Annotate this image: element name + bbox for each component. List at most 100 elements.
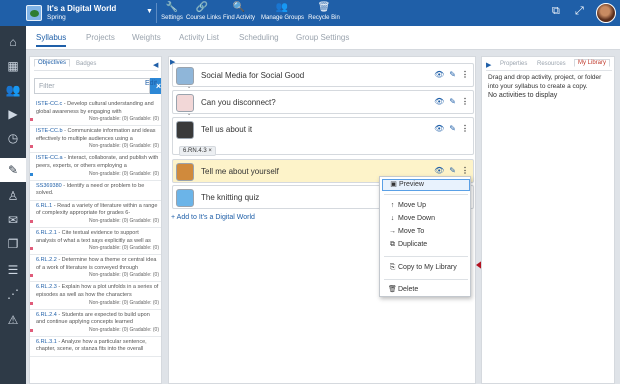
objective-item[interactable]: 6.RL.2.2 - Determine how a theme or cent… (30, 255, 161, 283)
find-activity-button[interactable]: 🔍 Find Activity (222, 2, 256, 24)
menu-item-copy-to-library[interactable]: ⎘ Copy to My Library (380, 262, 472, 274)
documents-icon[interactable]: ❐ (0, 232, 26, 256)
users-icon: 👥 (275, 2, 289, 13)
activity-thumbnail (176, 163, 194, 181)
menu-item-move-down[interactable]: ↓ Move Down (380, 213, 472, 225)
status-dot (30, 247, 33, 251)
objective-counts: Non-gradable: (0) Gradable: (0) (88, 170, 159, 177)
objective-counts: Non-gradable: (0) Gradable: (0) (88, 272, 159, 279)
menu-item-preview[interactable]: ▣ Preview (382, 179, 470, 191)
tab-scheduling[interactable]: Scheduling (239, 33, 279, 42)
edit-icon[interactable]: ✎ (449, 166, 456, 175)
more-options-icon[interactable]: ⋮ (461, 70, 469, 79)
warning-icon[interactable]: ⚠ (0, 308, 26, 332)
status-dot (30, 328, 33, 332)
users-icon[interactable]: 👥 (0, 78, 26, 102)
edit-icon[interactable]: ✎ (449, 124, 456, 133)
visibility-icon[interactable]: 👁 (434, 97, 444, 106)
more-options-icon[interactable]: ⋮ (461, 124, 469, 133)
objective-item[interactable]: ISTE-CC.b - Communicate information and … (30, 126, 161, 154)
objective-item[interactable]: ISTE-CC.a - Interact, collaborate, and p… (30, 153, 161, 181)
menu-item-move-to[interactable]: → Move To (380, 226, 472, 238)
play-icon[interactable]: ▶ (0, 102, 26, 126)
trash-icon: 🗑 (317, 2, 331, 13)
more-options-icon[interactable]: ⋮ (461, 97, 469, 106)
add-to-course-link[interactable]: + Add to It's a Digital World (171, 214, 255, 221)
objective-item[interactable]: ISTE-CC.c - Develop cultural understandi… (30, 99, 161, 127)
chart-icon[interactable]: ⋰ (0, 282, 26, 306)
tabs-bar: Syllabus Projects Weights Activity List … (26, 26, 620, 50)
edit-icon[interactable]: ✎ (449, 97, 456, 106)
tab-resources[interactable]: Resources (537, 61, 566, 67)
objective-item[interactable]: SS369380 - Identify a need or problem to… (30, 181, 161, 201)
tab-projects[interactable]: Projects (86, 33, 115, 42)
tab-group-settings[interactable]: Group Settings (296, 33, 349, 42)
objective-code: ISTE-CC.c (36, 101, 63, 107)
manage-groups-button[interactable]: 👥 Manage Groups (261, 2, 304, 24)
tab-weights[interactable]: Weights (132, 33, 161, 42)
status-dot (30, 145, 33, 149)
syllabus-item[interactable]: Can you disconnect? ⌄ 👁 ✎ ⋮ (172, 90, 474, 117)
syllabus-item[interactable]: Tell us about it 6.RN.4.3 × 👁 ✎ ⋮ (172, 117, 474, 156)
visibility-icon[interactable]: 👁 (434, 124, 444, 133)
recycle-bin-button[interactable]: 🗑 Recycle Bin (308, 2, 340, 24)
list-icon[interactable]: ☰ (0, 258, 26, 282)
tab-objectives[interactable]: Objectives (34, 59, 71, 67)
syllabus-item[interactable]: Social Media for Social Good ⌄ 👁 ✎ ⋮ (172, 63, 474, 90)
item-title[interactable]: Tell us about it (201, 125, 252, 134)
item-title[interactable]: Can you disconnect? (201, 98, 276, 107)
standard-tag[interactable]: 6.RN.4.3 × (179, 146, 216, 156)
tab-syllabus[interactable]: Syllabus (36, 33, 67, 47)
award-icon[interactable]: ♙ (0, 184, 26, 208)
filter-input[interactable] (34, 78, 150, 94)
library-icon: ⎘ (389, 264, 396, 271)
visibility-icon[interactable]: 👁 (434, 70, 444, 79)
mail-icon[interactable]: ✉ (0, 208, 26, 232)
clock-icon[interactable]: ◷ (0, 126, 26, 150)
objective-code: 6.RL.3.1 (36, 338, 57, 345)
objective-item[interactable]: 6.RL.3.1 - Analyze how a particular sent… (30, 337, 161, 357)
calendar-icon[interactable]: ▦ (0, 54, 26, 78)
menu-divider (384, 279, 468, 280)
avatar[interactable] (596, 3, 616, 23)
copy-icon[interactable]: ⧉ (552, 5, 560, 18)
objectives-panel: Objectives Badges ◀ × Edit ISTE-CC.c - D… (29, 56, 162, 384)
objective-counts: Non-gradable: (0) Gradable: (0) (88, 299, 159, 306)
visibility-icon[interactable]: 👁 (434, 166, 444, 175)
course-links-button[interactable]: 🔗 Course Links (186, 2, 221, 24)
top-bar: It's a Digital World Spring ▼ 🔧 Settings… (0, 0, 620, 26)
home-icon[interactable]: ⌂ (0, 30, 26, 54)
objective-item[interactable]: 6.RL.1 - Read a variety of literature wi… (30, 201, 161, 228)
arrow-right-icon: → (389, 228, 396, 235)
more-options-icon[interactable]: ⋮ (461, 166, 469, 175)
item-title[interactable]: The knitting quiz (201, 193, 259, 202)
menu-item-delete[interactable]: 🗑Delete (380, 284, 472, 296)
edit-icon[interactable]: ✎ (449, 70, 456, 79)
tab-properties[interactable]: Properties (500, 61, 527, 67)
status-dot (30, 219, 33, 223)
objective-item[interactable]: 6.RL.2.1 - Cite textual evidence to supp… (30, 228, 161, 256)
collapse-left-icon[interactable]: ◀ (153, 61, 158, 69)
objective-item[interactable]: 6.RL.2.4 - Students are expected to buil… (30, 310, 161, 337)
collapse-right-icon[interactable]: ▶ (486, 61, 491, 69)
menu-item-duplicate[interactable]: ⧉ Duplicate (380, 239, 472, 251)
search-icon: 🔍 (232, 2, 246, 13)
pencil-icon[interactable]: ✎ (0, 158, 26, 182)
tab-my-library[interactable]: My Library (574, 59, 611, 67)
tab-badges[interactable]: Badges (76, 61, 96, 67)
status-dot (30, 118, 33, 122)
expand-icon[interactable]: ⤢ (575, 5, 584, 18)
settings-button[interactable]: 🔧 Settings (160, 2, 184, 24)
tab-activity-list[interactable]: Activity List (179, 33, 219, 42)
edit-objectives-link[interactable]: Edit (145, 80, 157, 87)
item-title[interactable]: Social Media for Social Good (201, 71, 304, 80)
chevron-down-icon[interactable]: ▼ (146, 8, 153, 15)
objective-counts: Non-gradable: (0) Gradable: (0) (88, 245, 159, 252)
activity-thumbnail (176, 94, 194, 112)
item-title[interactable]: Tell me about yourself (201, 167, 279, 176)
menu-item-move-up[interactable]: ↑ Move Up (380, 200, 472, 212)
objective-item[interactable]: 6.RL.2.3 - Explain how a plot unfolds in… (30, 282, 161, 310)
menu-divider (384, 256, 468, 257)
course-switcher[interactable]: It's a Digital World Spring (26, 2, 154, 24)
objective-code: 6.RL.2.2 (36, 257, 57, 264)
